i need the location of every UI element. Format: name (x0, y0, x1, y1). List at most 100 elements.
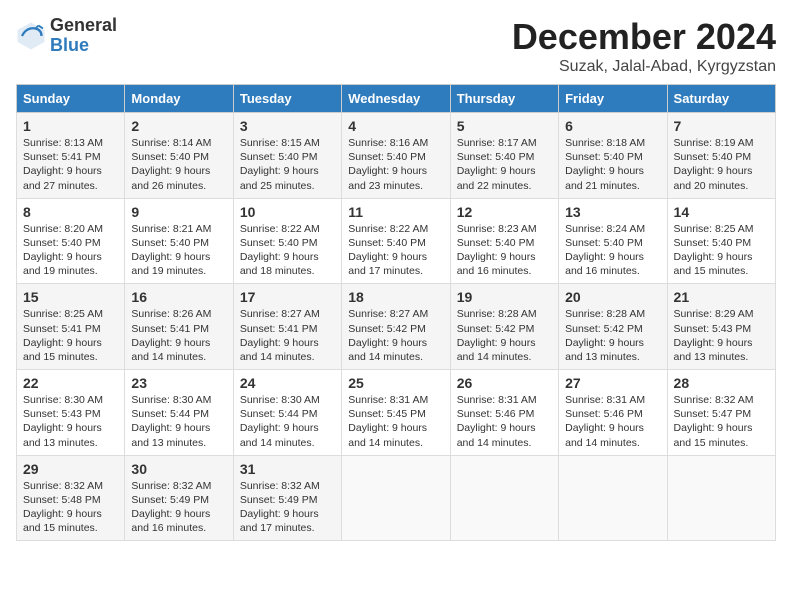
day-info: Daylight: 9 hours and 15 minutes. (23, 336, 118, 364)
day-info: Daylight: 9 hours and 14 minutes. (348, 421, 443, 449)
day-info: Sunrise: 8:29 AM (674, 307, 769, 321)
day-number: 4 (348, 118, 443, 134)
day-info: Sunrise: 8:19 AM (674, 136, 769, 150)
calendar-cell: 7Sunrise: 8:19 AMSunset: 5:40 PMDaylight… (667, 113, 775, 199)
day-info: Daylight: 9 hours and 19 minutes. (23, 250, 118, 278)
day-number: 12 (457, 204, 552, 220)
day-info: Daylight: 9 hours and 14 minutes. (131, 336, 226, 364)
title-area: December 2024 Suzak, Jalal-Abad, Kyrgyzs… (512, 16, 776, 76)
day-info: Daylight: 9 hours and 15 minutes. (674, 421, 769, 449)
calendar-week-row: 22Sunrise: 8:30 AMSunset: 5:43 PMDayligh… (17, 370, 776, 456)
calendar-cell (450, 455, 558, 541)
day-info: Sunset: 5:44 PM (131, 407, 226, 421)
calendar-cell (667, 455, 775, 541)
day-info: Daylight: 9 hours and 21 minutes. (565, 164, 660, 192)
day-info: Daylight: 9 hours and 27 minutes. (23, 164, 118, 192)
day-info: Sunrise: 8:23 AM (457, 222, 552, 236)
day-info: Sunset: 5:40 PM (240, 236, 335, 250)
day-info: Daylight: 9 hours and 26 minutes. (131, 164, 226, 192)
month-title: December 2024 (512, 16, 776, 58)
calendar-cell: 31Sunrise: 8:32 AMSunset: 5:49 PMDayligh… (233, 455, 341, 541)
day-number: 27 (565, 375, 660, 391)
calendar-cell: 18Sunrise: 8:27 AMSunset: 5:42 PMDayligh… (342, 284, 450, 370)
day-info: Sunrise: 8:16 AM (348, 136, 443, 150)
day-number: 1 (23, 118, 118, 134)
day-info: Sunrise: 8:32 AM (131, 479, 226, 493)
day-info: Daylight: 9 hours and 17 minutes. (240, 507, 335, 535)
day-info: Sunrise: 8:30 AM (23, 393, 118, 407)
day-info: Sunset: 5:40 PM (457, 236, 552, 250)
calendar-cell: 22Sunrise: 8:30 AMSunset: 5:43 PMDayligh… (17, 370, 125, 456)
day-info: Sunrise: 8:32 AM (674, 393, 769, 407)
day-info: Daylight: 9 hours and 19 minutes. (131, 250, 226, 278)
calendar-cell: 29Sunrise: 8:32 AMSunset: 5:48 PMDayligh… (17, 455, 125, 541)
day-info: Sunset: 5:49 PM (240, 493, 335, 507)
day-info: Sunrise: 8:28 AM (565, 307, 660, 321)
day-info: Daylight: 9 hours and 14 minutes. (240, 421, 335, 449)
day-info: Sunrise: 8:24 AM (565, 222, 660, 236)
day-number: 22 (23, 375, 118, 391)
day-info: Daylight: 9 hours and 13 minutes. (131, 421, 226, 449)
day-info: Sunset: 5:49 PM (131, 493, 226, 507)
calendar-week-row: 29Sunrise: 8:32 AMSunset: 5:48 PMDayligh… (17, 455, 776, 541)
header: General Blue December 2024 Suzak, Jalal-… (16, 16, 776, 76)
day-info: Sunrise: 8:32 AM (23, 479, 118, 493)
calendar-header-sunday: Sunday (17, 85, 125, 113)
calendar-header-saturday: Saturday (667, 85, 775, 113)
day-info: Sunset: 5:40 PM (348, 236, 443, 250)
day-info: Daylight: 9 hours and 14 minutes. (457, 336, 552, 364)
day-info: Daylight: 9 hours and 17 minutes. (348, 250, 443, 278)
day-number: 19 (457, 289, 552, 305)
day-number: 23 (131, 375, 226, 391)
day-info: Sunrise: 8:30 AM (131, 393, 226, 407)
day-info: Sunrise: 8:31 AM (457, 393, 552, 407)
calendar-cell: 16Sunrise: 8:26 AMSunset: 5:41 PMDayligh… (125, 284, 233, 370)
day-info: Sunrise: 8:25 AM (674, 222, 769, 236)
calendar-cell: 27Sunrise: 8:31 AMSunset: 5:46 PMDayligh… (559, 370, 667, 456)
calendar-cell: 25Sunrise: 8:31 AMSunset: 5:45 PMDayligh… (342, 370, 450, 456)
day-info: Sunrise: 8:22 AM (348, 222, 443, 236)
day-info: Sunset: 5:43 PM (674, 322, 769, 336)
calendar-cell: 21 Sunrise: 8:29 AMSunset: 5:43 PMDayligh… (667, 284, 775, 370)
day-number: 7 (674, 118, 769, 134)
location-title: Suzak, Jalal-Abad, Kyrgyzstan (512, 58, 776, 76)
day-info: Daylight: 9 hours and 16 minutes. (131, 507, 226, 535)
day-info: Sunrise: 8:30 AM (240, 393, 335, 407)
day-number: 6 (565, 118, 660, 134)
day-info: Sunrise: 8:32 AM (240, 479, 335, 493)
calendar-cell: 12Sunrise: 8:23 AMSunset: 5:40 PMDayligh… (450, 198, 558, 284)
day-number: 14 (674, 204, 769, 220)
calendar-cell: 15Sunrise: 8:25 AMSunset: 5:41 PMDayligh… (17, 284, 125, 370)
calendar-cell: 24Sunrise: 8:30 AMSunset: 5:44 PMDayligh… (233, 370, 341, 456)
calendar-cell: 14Sunrise: 8:25 AMSunset: 5:40 PMDayligh… (667, 198, 775, 284)
calendar-cell: 19Sunrise: 8:28 AMSunset: 5:42 PMDayligh… (450, 284, 558, 370)
logo-icon (16, 21, 46, 51)
day-number: 18 (348, 289, 443, 305)
day-number: 28 (674, 375, 769, 391)
calendar-cell (559, 455, 667, 541)
calendar-week-row: 8Sunrise: 8:20 AMSunset: 5:40 PMDaylight… (17, 198, 776, 284)
day-info: Sunrise: 8:13 AM (23, 136, 118, 150)
day-info: Daylight: 9 hours and 13 minutes. (674, 336, 769, 364)
calendar-cell: 23 Sunrise: 8:30 AMSunset: 5:44 PMDayligh… (125, 370, 233, 456)
day-number: 11 (348, 204, 443, 220)
day-info: Sunset: 5:40 PM (240, 150, 335, 164)
day-info: Daylight: 9 hours and 16 minutes. (565, 250, 660, 278)
day-number: 2 (131, 118, 226, 134)
day-info: Daylight: 9 hours and 23 minutes. (348, 164, 443, 192)
calendar-cell: 3Sunrise: 8:15 AMSunset: 5:40 PMDaylight… (233, 113, 341, 199)
calendar-cell: 6Sunrise: 8:18 AMSunset: 5:40 PMDaylight… (559, 113, 667, 199)
calendar-cell: 13Sunrise: 8:24 AMSunset: 5:40 PMDayligh… (559, 198, 667, 284)
day-info: Daylight: 9 hours and 22 minutes. (457, 164, 552, 192)
day-number: 3 (240, 118, 335, 134)
calendar-header-monday: Monday (125, 85, 233, 113)
day-info: Sunset: 5:41 PM (23, 150, 118, 164)
day-number: 17 (240, 289, 335, 305)
day-number: 21 (674, 289, 769, 305)
logo-blue-text: Blue (50, 36, 117, 56)
day-info: Sunset: 5:40 PM (457, 150, 552, 164)
day-info: Sunrise: 8:15 AM (240, 136, 335, 150)
calendar-header-wednesday: Wednesday (342, 85, 450, 113)
day-info: Sunset: 5:48 PM (23, 493, 118, 507)
day-info: Sunset: 5:40 PM (131, 236, 226, 250)
